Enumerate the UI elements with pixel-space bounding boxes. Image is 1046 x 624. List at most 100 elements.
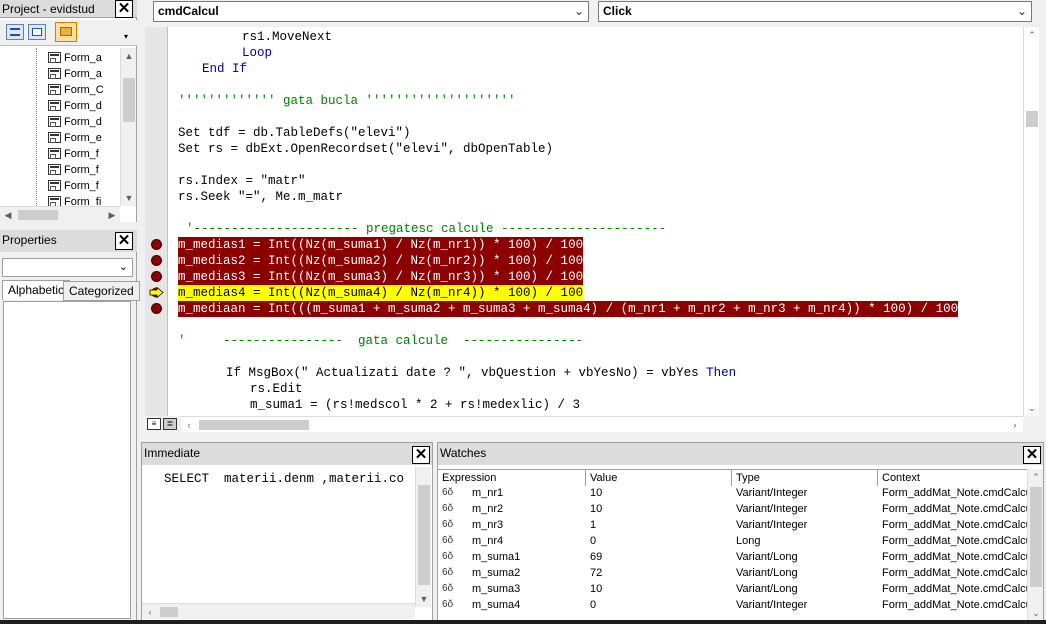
breakpoint-line: m_medias3 = Int((Nz(m_suma3) / Nz(m_nr3)…	[178, 269, 584, 285]
properties-close-button[interactable]: ✕	[115, 232, 133, 250]
scroll-right-icon[interactable]: ›	[1007, 417, 1023, 433]
scroll-thumb[interactable]	[18, 210, 58, 220]
breakpoint-line: m_medias2 = Int((Nz(m_suma2) / Nz(m_nr2)…	[178, 253, 584, 269]
immediate-vscrollbar[interactable]: ▼	[415, 467, 431, 607]
breakpoint-icon[interactable]	[151, 239, 162, 250]
watches-table: Expression Value Type Context 6ŏ m_nr1 10 V…	[438, 469, 1027, 623]
watch-cell-type: Long	[736, 535, 761, 547]
form-icon	[48, 52, 61, 63]
column-header-value[interactable]: Value	[586, 470, 732, 486]
project-vscrollbar[interactable]: ▲ ▼	[120, 48, 136, 206]
tree-list: Form_a Form_a Form_C Form_d Form_d Form_…	[48, 50, 104, 206]
scroll-thumb[interactable]	[418, 485, 430, 585]
view-code-button[interactable]	[6, 24, 24, 40]
folder-icon	[60, 27, 72, 36]
tree-item[interactable]: Form_a	[48, 50, 104, 66]
properties-panel: Properties ✕ ⌄ Alphabetic Categorized	[0, 230, 140, 624]
project-hscrollbar[interactable]: ◀ ▶	[0, 206, 120, 222]
code-hscrollbar[interactable]: ‹ ›	[181, 416, 1023, 432]
code-line: Set tdf = db.TableDefs("elevi")	[178, 126, 411, 140]
column-header-type[interactable]: Type	[732, 470, 878, 486]
properties-title: Properties	[2, 233, 57, 247]
column-header-context[interactable]: Context	[878, 470, 1027, 486]
scroll-left-icon[interactable]: ‹	[142, 604, 158, 620]
procedure-view-button[interactable]: ≡	[147, 418, 161, 430]
scroll-thumb[interactable]	[160, 607, 178, 617]
scroll-left-icon[interactable]: ◀	[0, 207, 16, 223]
scroll-thumb[interactable]	[123, 78, 135, 122]
tree-item[interactable]: Form_f	[48, 178, 104, 194]
code-editor[interactable]: rs1.MoveNext Loop End If ''''''''''''' g…	[145, 27, 1023, 416]
scroll-down-icon[interactable]: ⌄	[1028, 605, 1044, 621]
scroll-up-icon[interactable]: ⌃	[1028, 469, 1044, 485]
immediate-text[interactable]: SELECT materii.denm ,materii.co	[164, 472, 414, 486]
properties-grid[interactable]	[3, 301, 131, 619]
current-execution-line: m_medias4 = Int((Nz(m_suma4) / Nz(m_nr4)…	[178, 285, 584, 301]
watch-row[interactable]: 6ŏ m_nr1 10 Variant/Integer Form_addMat_Note…	[438, 485, 1027, 501]
watch-cell-context: Form_addMat_Note.cmdCalcul	[882, 567, 1027, 579]
code-window: cmdCalcul ⌄ Click ⌄ rs1.MoveNext Loop En…	[145, 0, 1046, 436]
watch-cell-type: Variant/Long	[736, 583, 798, 595]
column-header-expression[interactable]: Expression	[438, 470, 586, 486]
scroll-down-icon[interactable]: ⌄	[1024, 400, 1040, 416]
immediate-window: Immediate ✕ SELECT materii.denm ,materii…	[141, 442, 433, 624]
scroll-thumb[interactable]	[1030, 487, 1042, 587]
watch-cell-type: Variant/Long	[736, 551, 798, 563]
view-object-icon	[32, 28, 42, 36]
project-close-button[interactable]: ✕	[115, 0, 133, 18]
scroll-down-icon[interactable]: ▼	[416, 591, 432, 607]
breakpoint-icon[interactable]	[151, 255, 162, 266]
tree-item[interactable]: Form_fi	[48, 194, 104, 206]
watch-cell-value: 69	[590, 551, 603, 563]
watch-row[interactable]: 6ŏ m_nr3 1 Variant/Integer Form_addMat_Note.…	[438, 517, 1027, 533]
scroll-thumb[interactable]	[1026, 111, 1038, 127]
procedure-combo[interactable]: Click ⌄	[598, 1, 1032, 22]
object-combo[interactable]: cmdCalcul ⌄	[153, 1, 589, 22]
scroll-right-icon[interactable]: ▶	[104, 207, 120, 223]
watch-row[interactable]: 6ŏ m_nr4 0 Long Form_addMat_Note.cmdCalcul	[438, 533, 1027, 549]
watch-row[interactable]: 6ŏ m_suma1 69 Variant/Long Form_addMat_Note.…	[438, 549, 1027, 565]
scroll-up-icon[interactable]: ▲	[121, 48, 137, 64]
view-object-button[interactable]	[28, 24, 46, 40]
scroll-down-icon[interactable]: ▼	[121, 190, 137, 206]
watch-cell-value: 0	[590, 535, 597, 547]
tree-item[interactable]: Form_d	[48, 98, 104, 114]
breakpoint-icon[interactable]	[151, 271, 162, 282]
watches-header: Expression Value Type Context	[438, 469, 1027, 486]
breakpoint-icon[interactable]	[151, 303, 162, 314]
form-icon	[48, 164, 61, 175]
tree-item[interactable]: Form_a	[48, 66, 104, 82]
scroll-up-icon[interactable]: ⌃	[1024, 27, 1040, 43]
toggle-folders-button[interactable]	[55, 22, 77, 42]
immediate-hscrollbar[interactable]: ‹	[142, 603, 415, 619]
view-buttons: ≡ ≣	[145, 416, 181, 432]
watch-row[interactable]: 6ŏ m_suma3 10 Variant/Long Form_addMat_Note.…	[438, 581, 1027, 597]
watch-row[interactable]: 6ŏ m_nr2 10 Variant/Integer Form_addMat_Note…	[438, 501, 1027, 517]
tree-item[interactable]: Form_d	[48, 114, 104, 130]
tab-alphabetic[interactable]: Alphabetic	[2, 280, 71, 300]
object-select[interactable]: ⌄	[2, 258, 133, 277]
tree-item[interactable]: Form_f	[48, 146, 104, 162]
chevron-down-icon: ⌄	[118, 261, 128, 273]
watches-close-button[interactable]: ✕	[1023, 446, 1041, 464]
project-title: Project - evidstud	[2, 2, 95, 16]
scroll-left-icon[interactable]: ‹	[181, 417, 197, 433]
code-line: rs.Index = "matr"	[178, 174, 306, 188]
tree-item[interactable]: Form_f	[48, 162, 104, 178]
watch-row[interactable]: 6ŏ m_suma2 72 Variant/Long Form_addMat_Note.…	[438, 565, 1027, 581]
form-icon	[48, 84, 61, 95]
watch-cell-value: 10	[590, 503, 603, 515]
toolbar-overflow-icon[interactable]: ▾	[124, 32, 128, 41]
code-vscrollbar[interactable]: ⌃ ⌄	[1023, 27, 1039, 416]
tree-item[interactable]: Form_e	[48, 130, 104, 146]
full-module-view-button[interactable]: ≣	[163, 418, 177, 430]
watch-cell-type: Variant/Long	[736, 567, 798, 579]
watches-vscrollbar[interactable]: ⌃ ⌄	[1027, 469, 1043, 621]
scroll-thumb[interactable]	[199, 420, 309, 430]
watch-cell-type: Variant/Integer	[736, 503, 808, 515]
code-line: Set rs = dbExt.OpenRecordset("elevi", db…	[178, 142, 554, 156]
watch-row[interactable]: 6ŏ m_suma4 0 Variant/Integer Form_addMat_Not…	[438, 597, 1027, 613]
immediate-close-button[interactable]: ✕	[412, 446, 430, 464]
tree-item[interactable]: Form_C	[48, 82, 104, 98]
tab-categorized[interactable]: Categorized	[63, 281, 140, 301]
